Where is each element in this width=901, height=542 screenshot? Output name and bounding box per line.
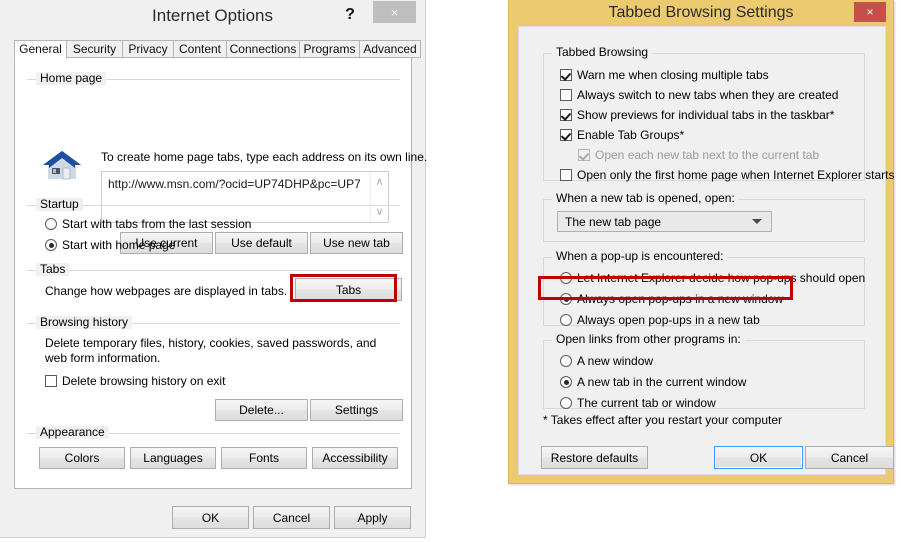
checkbox-enable-tab-groups[interactable]: Enable Tab Groups* — [560, 128, 684, 142]
tab-programs[interactable]: Programs — [299, 40, 360, 58]
browsing-history-description: Delete temporary files, history, cookies… — [45, 336, 377, 365]
popup-group-title: When a pop-up is encountered: — [552, 250, 728, 263]
close-icon[interactable]: × — [373, 1, 416, 23]
radio-label: A new window — [577, 354, 654, 368]
radio-start-last-session[interactable]: Start with tabs from the last session — [45, 217, 251, 231]
checkbox-warn-closing-tabs[interactable]: Warn me when closing multiple tabs — [560, 68, 769, 82]
radio-open-current-tab[interactable]: The current tab or window — [560, 396, 716, 410]
options-apply-button[interactable]: Apply — [334, 506, 411, 529]
checkbox-switch-new-tabs[interactable]: Always switch to new tabs when they are … — [560, 88, 838, 102]
checkbox-icon[interactable] — [560, 129, 572, 141]
languages-button[interactable]: Languages — [130, 447, 216, 469]
checkbox-label: Show previews for individual tabs in the… — [577, 108, 835, 122]
tab-general[interactable]: General — [14, 40, 67, 59]
general-tab-panel: Home page To create home page tabs, type… — [14, 57, 427, 489]
checkbox-open-new-tab-next-to-current: Open each new tab next to the current ta… — [578, 148, 819, 162]
radio-popup-new-tab[interactable]: Always open pop-ups in a new tab — [560, 313, 760, 327]
tab-advanced[interactable]: Advanced — [359, 40, 421, 58]
radio-start-home-page[interactable]: Start with home page — [45, 238, 175, 252]
options-tabstrip: General Security Privacy Content Connect… — [14, 40, 421, 59]
restart-footnote: * Takes effect after you restart your co… — [543, 413, 783, 427]
help-icon[interactable]: ? — [340, 5, 360, 25]
radio-label: The current tab or window — [577, 396, 716, 410]
tab-security[interactable]: Security — [66, 40, 123, 58]
radio-icon[interactable] — [560, 376, 572, 388]
tabbed-cancel-button[interactable]: Cancel — [805, 446, 894, 469]
radio-icon[interactable] — [560, 397, 572, 409]
checkbox-delete-history-on-exit[interactable]: Delete browsing history on exit — [45, 374, 225, 388]
internet-options-window: Internet Options ? × General Security Pr… — [0, 0, 427, 538]
radio-label: A new tab in the current window — [577, 375, 747, 389]
new-tab-select[interactable]: The new tab page — [557, 211, 772, 232]
tabbed-browsing-settings-window: Tabbed Browsing Settings × Tabbed Browsi… — [508, 0, 895, 484]
tabbed-browsing-group-title: Tabbed Browsing — [552, 46, 653, 59]
tab-privacy[interactable]: Privacy — [122, 40, 174, 58]
scroll-up-icon[interactable]: ∧ — [371, 174, 388, 190]
restore-defaults-button[interactable]: Restore defaults — [541, 446, 648, 469]
home-page-url-value: http://www.msn.com/?ocid=UP74DHP&pc=UP74… — [108, 177, 360, 191]
checkbox-icon[interactable] — [560, 169, 572, 181]
radio-icon[interactable] — [560, 314, 572, 326]
colors-button[interactable]: Colors — [39, 447, 125, 469]
chevron-down-icon[interactable] — [752, 218, 762, 224]
open-links-group-title: Open links from other programs in: — [552, 333, 745, 346]
radio-label: Start with tabs from the last session — [62, 217, 252, 231]
checkbox-open-first-home-page[interactable]: Open only the first home page when Inter… — [560, 168, 895, 182]
checkbox-icon — [578, 149, 590, 161]
tabs-description: Change how webpages are displayed in tab… — [45, 284, 288, 298]
home-page-group-title: Home page — [36, 72, 107, 85]
checkbox-icon[interactable] — [45, 375, 57, 387]
checkbox-icon[interactable] — [560, 89, 572, 101]
checkbox-label: Always switch to new tabs when they are … — [577, 88, 839, 102]
delete-button[interactable]: Delete... — [215, 399, 308, 421]
appearance-group-title: Appearance — [36, 426, 109, 439]
checkbox-label: Warn me when closing multiple tabs — [577, 68, 769, 82]
startup-group-title: Startup — [36, 198, 83, 211]
options-ok-button[interactable]: OK — [172, 506, 249, 529]
radio-label: Start with home page — [62, 238, 176, 252]
browsing-history-group-title: Browsing history — [36, 316, 133, 329]
options-cancel-button[interactable]: Cancel — [253, 506, 330, 529]
tabbed-browsing-title: Tabbed Browsing Settings — [608, 4, 794, 21]
tab-connections[interactable]: Connections — [226, 40, 300, 58]
radio-icon[interactable] — [45, 218, 57, 230]
settings-button[interactable]: Settings — [310, 399, 403, 421]
internet-options-title: Internet Options — [152, 6, 273, 25]
checkbox-label: Delete browsing history on exit — [62, 374, 226, 388]
accessibility-button[interactable]: Accessibility — [312, 447, 398, 469]
radio-icon[interactable] — [560, 355, 572, 367]
home-icon — [43, 151, 81, 180]
internet-options-titlebar: Internet Options ? × — [0, 0, 425, 34]
tabbed-browsing-titlebar: Tabbed Browsing Settings × — [509, 0, 893, 26]
tabbed-ok-button[interactable]: OK — [714, 446, 803, 469]
home-page-description: To create home page tabs, type each addr… — [101, 150, 428, 164]
tabbed-browsing-body: Tabbed Browsing Warn me when closing mul… — [518, 26, 895, 475]
popup-new-window-annotation — [538, 276, 793, 300]
radio-label: Always open pop-ups in a new tab — [577, 313, 760, 327]
checkbox-icon[interactable] — [560, 69, 572, 81]
checkbox-label: Open each new tab next to the current ta… — [595, 148, 820, 162]
tabs-group-title: Tabs — [36, 263, 70, 276]
close-icon[interactable]: × — [854, 2, 886, 22]
tabs-button-annotation — [290, 274, 397, 302]
checkbox-icon[interactable] — [560, 109, 572, 121]
radio-icon[interactable] — [45, 239, 57, 251]
checkbox-label: Open only the first home page when Inter… — [577, 168, 895, 182]
checkbox-label: Enable Tab Groups* — [577, 128, 685, 142]
checkbox-show-previews-taskbar[interactable]: Show previews for individual tabs in the… — [560, 108, 834, 122]
fonts-button[interactable]: Fonts — [221, 447, 307, 469]
new-tab-select-value: The new tab page — [565, 214, 662, 229]
radio-open-new-tab-current-window[interactable]: A new tab in the current window — [560, 375, 746, 389]
tab-content[interactable]: Content — [173, 40, 227, 58]
radio-open-new-window[interactable]: A new window — [560, 354, 653, 368]
new-tab-group-title: When a new tab is opened, open: — [552, 192, 739, 205]
